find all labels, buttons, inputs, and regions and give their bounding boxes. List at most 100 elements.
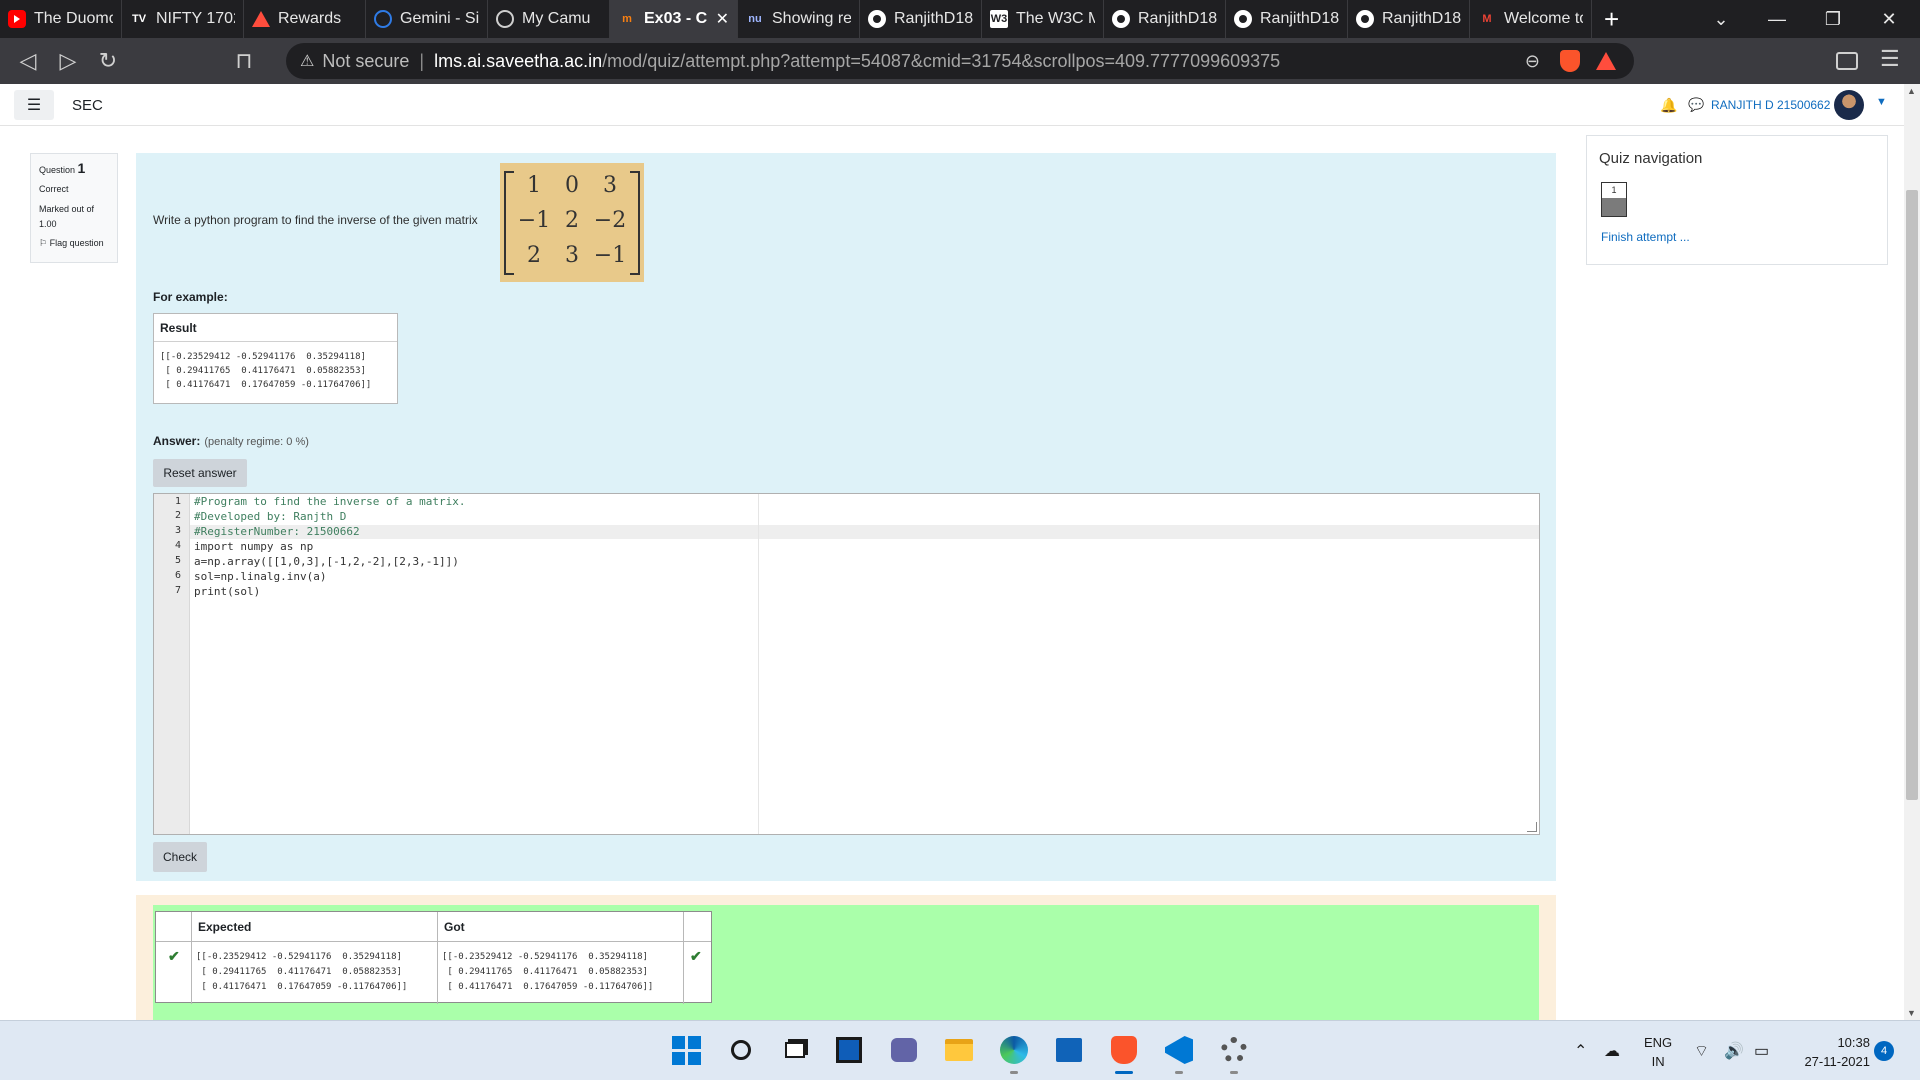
widgets-icon[interactable] [834, 1035, 864, 1065]
address-bar[interactable]: ⚠ Not secure | lms.ai.saveetha.ac.in/mod… [286, 43, 1634, 79]
w3schools-icon: W3 [990, 10, 1008, 28]
code-line[interactable]: print(sol) [194, 585, 260, 598]
browser-menu-icon[interactable]: ☰ [1880, 46, 1900, 72]
question-state: Correct [39, 184, 69, 194]
tab-github-2[interactable]: RanjithD18 [1104, 0, 1226, 38]
brave-shield-icon[interactable] [1560, 50, 1580, 72]
edge-icon[interactable] [999, 1035, 1029, 1065]
settings-gear-icon[interactable] [1219, 1035, 1249, 1065]
tab-rewards[interactable]: Rewards [244, 0, 366, 38]
tab-github-3[interactable]: RanjithD18 [1226, 0, 1348, 38]
back-icon[interactable]: ◁ [8, 48, 48, 74]
messages-icon[interactable]: 💬 [1688, 97, 1704, 113]
tab-youtube[interactable]: The Duomo [0, 0, 122, 38]
scroll-down-icon[interactable]: ▼ [1907, 1008, 1916, 1018]
reload-icon[interactable]: ↻ [88, 48, 128, 74]
task-view-icon[interactable] [780, 1035, 810, 1065]
avatar[interactable] [1834, 90, 1864, 120]
restore-icon[interactable]: ❐ [1810, 0, 1856, 38]
reset-answer-button[interactable]: Reset answer [153, 459, 247, 487]
vscode-icon[interactable] [1164, 1035, 1194, 1065]
code-line[interactable]: sol=np.linalg.inv(a) [194, 570, 326, 583]
matrix-cell: −1 [593, 243, 627, 268]
tab-label: Showing re [772, 10, 851, 27]
tab-github-1[interactable]: RanjithD18 [860, 0, 982, 38]
tray-chevron-icon[interactable]: ⌃ [1574, 1041, 1587, 1061]
tab-github-4[interactable]: RanjithD18 [1348, 0, 1470, 38]
globe-icon [496, 10, 514, 28]
system-clock[interactable]: 10:38 27-11-2021 [1794, 1033, 1870, 1071]
code-line[interactable]: #Program to find the inverse of a matrix… [194, 495, 466, 508]
tab-showing-results[interactable]: nu Showing re [738, 0, 860, 38]
flag-question-link[interactable]: ⚐ Flag question [39, 238, 109, 249]
flag-label: Flag question [49, 238, 104, 248]
battery-icon[interactable]: ▭ [1754, 1041, 1769, 1061]
nu-icon: nu [748, 13, 762, 25]
notification-count-badge[interactable]: 4 [1874, 1041, 1894, 1061]
brave-rewards-icon[interactable] [1596, 52, 1616, 70]
browser-toolbar: ◁ ▷ ↻ ⊓ ⚠ Not secure | lms.ai.saveetha.a… [0, 38, 1920, 84]
notification-bell-icon[interactable]: 🔔 [1660, 97, 1677, 114]
user-name[interactable]: RANJITH D 21500662 [1711, 98, 1830, 112]
bookmark-icon[interactable]: ⊓ [224, 48, 264, 74]
wallet-icon[interactable] [1836, 52, 1858, 70]
drawer-toggle-icon[interactable]: ☰ [14, 90, 54, 120]
scrollbar-thumb[interactable] [1906, 190, 1918, 800]
code-line[interactable]: import numpy as np [194, 540, 313, 553]
active-line-highlight [190, 525, 1539, 539]
gmail-icon: M [1482, 13, 1492, 25]
teams-chat-icon[interactable] [889, 1035, 919, 1065]
code-line[interactable]: #Developed by: Ranjth D [194, 510, 346, 523]
language-indicator[interactable]: ENG IN [1644, 1033, 1672, 1071]
code-editor[interactable]: 1 2 3 4 5 6 7 #Program to find the inver… [153, 493, 1540, 835]
code-line[interactable]: a=np.array([[1,0,3],[-1,2,-2],[2,3,-1]]) [194, 555, 459, 568]
tab-gemini[interactable]: Gemini - Sic [366, 0, 488, 38]
url-separator: | [419, 50, 425, 71]
tab-my-camu[interactable]: My Camu [488, 0, 610, 38]
vscode-running-indicator [1175, 1071, 1183, 1074]
onedrive-cloud-icon[interactable]: ☁ [1604, 1041, 1620, 1061]
close-tab-icon[interactable]: ✕ [716, 9, 729, 29]
check-button[interactable]: Check [153, 842, 207, 872]
answer-label-text: Answer: [153, 434, 201, 448]
wifi-icon[interactable]: ⌔ [1694, 1041, 1709, 1061]
search-icon[interactable] [726, 1035, 756, 1065]
tab-w3c[interactable]: W3 The W3C M [982, 0, 1104, 38]
question-number-value: 1 [77, 160, 86, 176]
tab-ex03-active[interactable]: m Ex03 - C ✕ [610, 0, 738, 38]
minimize-icon[interactable]: — [1754, 0, 1800, 38]
zoom-icon[interactable]: ⊖ [1525, 51, 1540, 72]
flag-icon: ⚐ [39, 238, 48, 248]
microsoft-store-icon[interactable] [1054, 1035, 1084, 1065]
close-window-icon[interactable]: ✕ [1866, 0, 1912, 38]
tab-search-icon[interactable]: ⌄ [1698, 0, 1744, 38]
tab-gmail[interactable]: M Welcome to [1470, 0, 1592, 38]
moodle-icon: m [622, 13, 632, 25]
finish-attempt-link[interactable]: Finish attempt ... [1601, 230, 1690, 244]
tab-tradingview[interactable]: TV NIFTY 1702 [122, 0, 244, 38]
got-header: Got [444, 920, 465, 934]
scroll-up-icon[interactable]: ▲ [1907, 86, 1916, 96]
gemini-icon [374, 10, 392, 28]
question-number-label: Question [39, 165, 76, 175]
url-path: /mod/quiz/attempt.php?attempt=54087&cmid… [602, 50, 1281, 71]
tradingview-icon: TV [131, 13, 147, 25]
file-explorer-icon[interactable] [944, 1035, 974, 1065]
quiz-nav-question-button[interactable]: 1 [1601, 182, 1627, 217]
github-icon [1234, 10, 1252, 28]
region-line: IN [1651, 1054, 1665, 1069]
brave-browser-icon[interactable] [1109, 1035, 1139, 1065]
new-tab-button[interactable]: + [1604, 4, 1634, 35]
forward-icon[interactable]: ▷ [48, 48, 88, 74]
page-scrollbar[interactable]: ▲ ▼ [1904, 84, 1920, 1020]
edge-running-indicator [1010, 1071, 1018, 1074]
editor-resize-handle[interactable] [1527, 822, 1537, 832]
start-icon[interactable] [671, 1035, 701, 1065]
got-output: [[-0.23529412 -0.52941176 0.35294118] [ … [442, 952, 654, 992]
clock-date: 27-11-2021 [1804, 1054, 1870, 1069]
code-line[interactable]: #RegisterNumber: 21500662 [194, 525, 360, 538]
user-menu-chevron-icon[interactable]: ▼ [1876, 96, 1887, 108]
volume-icon[interactable]: 🔊 [1724, 1041, 1744, 1061]
url-host: lms.ai.saveetha.ac.in [434, 50, 603, 71]
site-name[interactable]: SEC [72, 97, 103, 114]
